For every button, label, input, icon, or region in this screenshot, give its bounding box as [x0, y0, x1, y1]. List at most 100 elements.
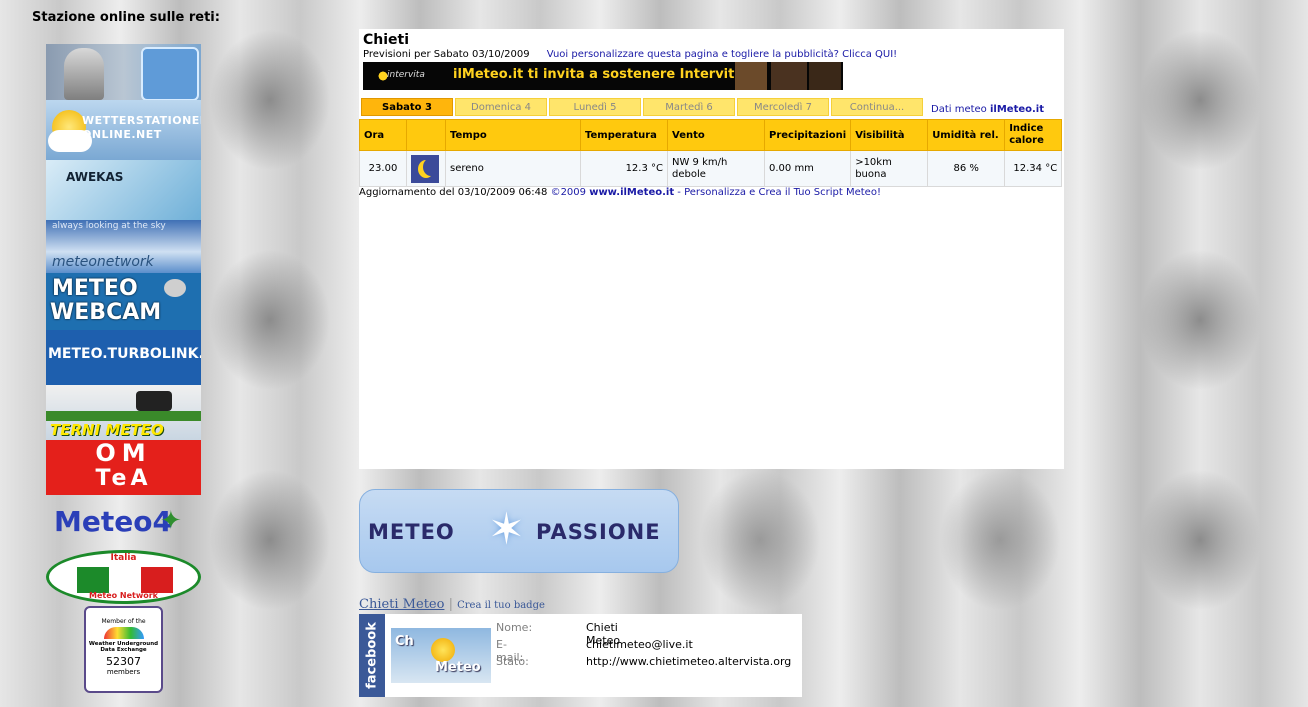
fb-label-nome: Nome: — [496, 621, 533, 634]
forecast-widget: Chieti Previsioni per Sabato 03/10/2009 … — [359, 29, 1064, 469]
compass-rose-icon: ✦ — [160, 506, 182, 536]
facebook-badge[interactable]: facebook Ch Meteo Nome: Chieti Meteo E-m… — [359, 614, 802, 697]
tab-domenica[interactable]: Domenica 4 — [455, 98, 547, 116]
fb-value-stato: http://www.chietimeteo.altervista.org — [586, 655, 792, 668]
intervita-banner[interactable]: intervita ilMeteo.it ti invita a sostene… — [363, 62, 843, 90]
intervita-brand: intervita — [387, 70, 425, 80]
header-temperatura: Temperatura — [580, 119, 668, 151]
sun-icon — [431, 638, 455, 662]
copyright-link[interactable]: ©2009 — [551, 187, 586, 198]
omtea-label-1: OM — [95, 440, 152, 467]
fb-value-email: chietimeteo@live.it — [586, 638, 693, 651]
banner-photo-3 — [809, 62, 841, 90]
wu-line-4: members — [106, 668, 141, 676]
cell-icon — [406, 150, 446, 187]
visibilita-distance: >10km — [855, 156, 892, 168]
forecast-table: Ora Tempo Temperatura Vento Precipitazio… — [359, 119, 1063, 187]
statue-image — [64, 48, 104, 100]
meteonetwork-tagline: always looking at the sky — [52, 221, 166, 231]
grass-strip — [46, 411, 201, 421]
meteopassione-banner[interactable]: METEO ✶ PASSIONE — [359, 489, 679, 573]
data-credit: Dati meteo ilMeteo.it — [931, 104, 1044, 115]
wu-count: 52307 — [106, 655, 141, 668]
cell-vento: NW 9 km/h debole — [667, 150, 765, 187]
update-text: Aggiornamento del 03/10/2009 06:48 — [359, 187, 548, 198]
banner-photo-1 — [735, 62, 767, 90]
logo-awekas-link[interactable]: AWEKAS — [46, 160, 201, 220]
tab-sabato[interactable]: Sabato 3 — [361, 98, 453, 116]
header-icon-spacer — [406, 119, 446, 151]
vento-strength: debole — [672, 168, 706, 180]
avatar-text-1: Ch — [395, 634, 414, 649]
header-indice-calore: Indice calore — [1004, 119, 1063, 151]
wetterstationen-label: WETTERSTATIONEN ONLINE.NET — [82, 114, 201, 141]
tab-martedi[interactable]: Martedì 6 — [643, 98, 735, 116]
forecast-header-row: Ora Tempo Temperatura Vento Precipitazio… — [359, 119, 1063, 151]
cell-tempo: sereno — [445, 150, 581, 187]
meteonetwork-label: meteonetwork — [52, 254, 154, 270]
custom-script-link[interactable]: - Personalizza e Crea il Tuo Script Mete… — [677, 187, 881, 198]
weather-station-icon — [136, 391, 172, 411]
logo-meteo-webcam-link[interactable]: METEO WEBCAM — [46, 273, 201, 330]
create-badge-link[interactable]: Crea il tuo badge — [457, 600, 545, 611]
avatar-text-2: Meteo — [435, 660, 481, 675]
wu-line-3: Data Exchange — [100, 647, 147, 653]
tab-continua[interactable]: Continua... — [831, 98, 923, 116]
logo-wetterstationen-link[interactable]: WETTERSTATIONEN ONLINE.NET — [46, 100, 201, 160]
awekas-label: AWEKAS — [66, 170, 124, 184]
flag-white — [109, 567, 141, 593]
webcam-label-2: WEBCAM — [50, 300, 162, 325]
logo-meteonetwork-link[interactable]: always looking at the sky meteonetwork — [46, 220, 201, 273]
italia-label: Italia — [110, 553, 137, 563]
cell-umidita: 86 % — [927, 150, 1006, 187]
omtea-label-2: TeA — [95, 466, 152, 491]
webcam-label-1: METEO — [52, 276, 138, 301]
logo-statue-link[interactable] — [46, 44, 201, 100]
banner-photo-2 — [771, 62, 807, 90]
flag-red — [141, 567, 173, 593]
cell-indice-calore: 12.34 °C — [1004, 150, 1063, 187]
webcam-icon — [164, 279, 186, 297]
fb-label-stato: Stato: — [496, 655, 529, 668]
cell-precipitazioni: 0.00 mm — [763, 150, 852, 187]
tab-lunedi[interactable]: Lunedì 5 — [549, 98, 641, 116]
logo-turbolink-link[interactable]: METEO.TURBOLINK.IT — [46, 330, 201, 385]
vento-speed: NW 9 km/h — [672, 156, 728, 168]
table-row: 23.00 sereno 12.3 °C NW 9 km/h debole 0.… — [359, 150, 1063, 187]
header-umidita: Umidità rel. — [927, 119, 1006, 151]
flag-green — [77, 567, 109, 593]
header-visibilita: Visibilità — [850, 119, 929, 151]
update-line: Aggiornamento del 03/10/2009 06:48 ©2009… — [359, 187, 881, 198]
badge-image — [141, 47, 199, 100]
turbolink-label: METEO.TURBOLINK.IT — [48, 346, 201, 362]
facebook-logo-text: facebook — [364, 622, 380, 689]
logo-omtea-link[interactable]: OM TeA — [46, 440, 201, 495]
data-credit-label: Dati meteo — [931, 104, 987, 115]
logo-italia-meteo-network-link[interactable]: Italia Meteo Network — [46, 550, 201, 604]
meteopassione-left: METEO — [368, 520, 455, 544]
logo-meteo4-link[interactable]: Meteo4 ✦ — [52, 497, 192, 549]
meteopassione-right: PASSIONE — [536, 520, 661, 544]
networks-title: Stazione online sulle reti: — [32, 10, 220, 25]
site-link[interactable]: www.ilMeteo.it — [589, 187, 674, 198]
logo-terni-meteo-link[interactable]: TERNI METEO — [46, 385, 201, 440]
banner-text: ilMeteo.it ti invita a sostenere Intervi… — [453, 67, 744, 82]
customize-link[interactable]: Vuoi personalizzare questa pagina e togl… — [547, 49, 897, 60]
tab-mercoledi[interactable]: Mercoledì 7 — [737, 98, 829, 116]
meteo-network-label: Meteo Network — [88, 591, 158, 600]
city-name: Chieti — [363, 32, 410, 48]
visibilita-quality: buona — [855, 168, 887, 180]
cell-ora: 23.00 — [359, 150, 407, 187]
moon-icon — [411, 154, 439, 183]
facebook-name-link[interactable]: Chieti Meteo — [359, 597, 444, 612]
forecast-date: Previsioni per Sabato 03/10/2009 — [363, 49, 530, 60]
data-credit-brand[interactable]: ilMeteo.it — [990, 104, 1044, 115]
meteo4-label: Meteo4 — [54, 505, 172, 538]
header-precipitazioni: Precipitazioni — [763, 119, 852, 151]
header-ora: Ora — [359, 119, 407, 151]
rainbow-icon — [103, 627, 144, 639]
logo-weather-underground-link[interactable]: Member of the Weather Underground Data E… — [84, 606, 163, 693]
cell-visibilita: >10km buona — [850, 150, 929, 187]
facebook-badge-header: Chieti Meteo | Crea il tuo badge — [359, 597, 545, 612]
header-tempo: Tempo — [445, 119, 581, 151]
